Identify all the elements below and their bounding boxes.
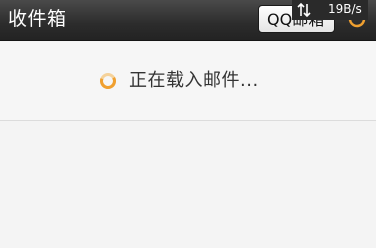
loading-row: 正在载入邮件... [0, 42, 376, 120]
mail-list-area [0, 121, 376, 248]
network-speed-indicator: 19B/s [292, 0, 368, 20]
page-title: 收件箱 [8, 8, 67, 30]
top-bar: 收件箱 QQ邮箱 19B/s [0, 0, 376, 41]
loading-message: 正在载入邮件... [129, 70, 259, 91]
updown-arrows-icon [297, 2, 311, 18]
network-speed-text: 19B/s [328, 2, 362, 16]
loading-spinner-icon [100, 73, 116, 89]
